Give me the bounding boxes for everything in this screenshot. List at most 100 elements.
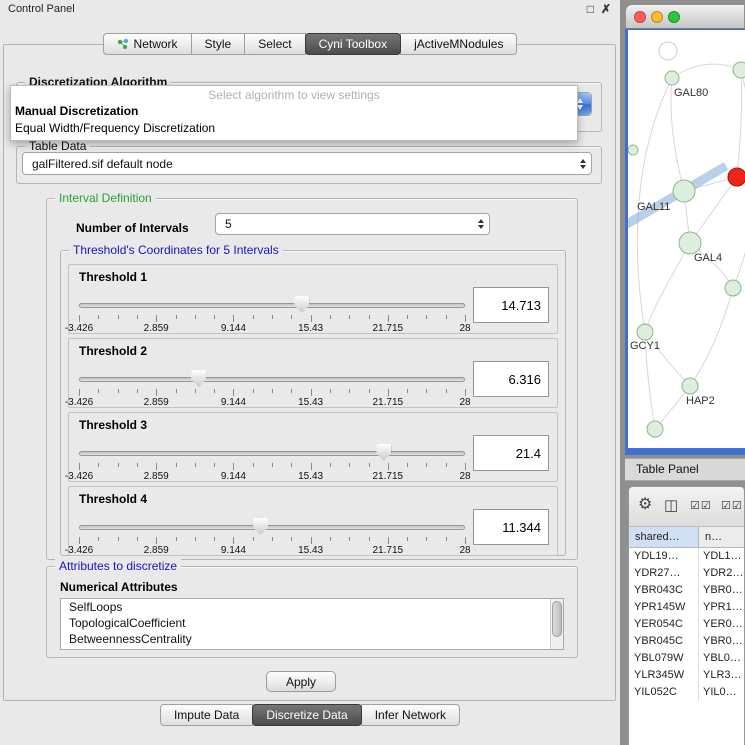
threshold-3-slider[interactable]: -3.4262.8599.14415.4321.71528 bbox=[79, 443, 465, 479]
tick-label: -3.426 bbox=[65, 397, 93, 408]
tick-label: 28 bbox=[459, 545, 470, 556]
numerical-attributes-list[interactable]: SelfLoopsTopologicalCoefficientBetweenne… bbox=[60, 598, 564, 650]
table-row[interactable]: YBL079WYBL0… bbox=[629, 650, 744, 667]
table-row[interactable]: YER054CYER0… bbox=[629, 616, 744, 633]
node[interactable] bbox=[733, 62, 745, 78]
interval-definition-label: Interval Definition bbox=[55, 191, 156, 205]
table-row[interactable]: YBR045CYBR0… bbox=[629, 633, 744, 650]
list-item-betweennesscentrality[interactable]: BetweennessCentrality bbox=[61, 631, 563, 647]
gear-icon[interactable]: ⚙ bbox=[638, 494, 652, 514]
tick-label: 21.715 bbox=[373, 545, 404, 556]
control-panel-titlebar[interactable]: Control Panel □ ✗ bbox=[0, 0, 620, 20]
tick-label: 15.43 bbox=[298, 323, 323, 334]
cell-name: YLR3… bbox=[699, 667, 745, 684]
tab-discretize-data[interactable]: Discretize Data bbox=[252, 704, 361, 726]
slider-thumb[interactable] bbox=[294, 296, 309, 313]
tick-label: 2.859 bbox=[144, 323, 169, 334]
float-window-icon[interactable]: □ bbox=[587, 2, 594, 16]
attributes-scrollbar[interactable] bbox=[550, 599, 563, 649]
table-row[interactable]: YLR345WYLR3… bbox=[629, 667, 744, 684]
node[interactable] bbox=[647, 421, 663, 437]
tab-cyni-toolbox[interactable]: Cyni Toolbox bbox=[305, 33, 401, 55]
tab-label: Discretize Data bbox=[266, 708, 347, 722]
dropdown-item-manual-discretization[interactable]: Manual Discretization bbox=[11, 103, 577, 120]
table-row[interactable]: YDR27…YDR2… bbox=[629, 565, 744, 582]
select-all-checkbox-icon[interactable]: ☑☑ bbox=[690, 499, 712, 512]
close-icon[interactable]: ✗ bbox=[601, 2, 611, 16]
node[interactable] bbox=[673, 180, 695, 202]
cell-name: YBR0… bbox=[699, 633, 745, 650]
cell-name: YBL0… bbox=[699, 650, 745, 667]
table-row[interactable]: YBR043CYBR0… bbox=[629, 582, 744, 599]
cell-name: YBR0… bbox=[699, 582, 745, 599]
combobox-arrows-icon[interactable] bbox=[580, 153, 586, 174]
slider-tick-labels: -3.4262.8599.14415.4321.71528 bbox=[79, 471, 465, 482]
table-row[interactable]: YPR145WYPR1… bbox=[629, 599, 744, 616]
table-row[interactable]: YDL19…YDL1… bbox=[629, 548, 744, 565]
network-nodes[interactable] bbox=[628, 62, 745, 437]
tab-network[interactable]: Network bbox=[103, 33, 192, 55]
slider-track[interactable] bbox=[79, 451, 465, 456]
list-item-topologicalcoefficient[interactable]: TopologicalCoefficient bbox=[61, 615, 563, 631]
combobox-arrows-icon[interactable] bbox=[478, 214, 484, 234]
select-columns-checkbox-icon[interactable]: ☑☑ bbox=[721, 499, 743, 512]
tab-select[interactable]: Select bbox=[244, 33, 305, 55]
node[interactable] bbox=[679, 232, 701, 254]
table-data-group-label: Table Data bbox=[25, 139, 90, 153]
apply-button[interactable]: Apply bbox=[266, 671, 336, 692]
slider-ticks bbox=[79, 389, 465, 396]
column-header-shared-name[interactable]: shared… bbox=[629, 527, 699, 548]
slider-track[interactable] bbox=[79, 525, 465, 530]
tab-label: Select bbox=[258, 37, 291, 51]
node[interactable] bbox=[725, 280, 741, 296]
table-data-combobox[interactable]: galFiltered.sif default node bbox=[22, 152, 592, 175]
node[interactable] bbox=[628, 145, 638, 155]
threshold-panel-1: Threshold 1-3.4262.8599.14415.4321.71528… bbox=[68, 264, 558, 334]
slider-thumb[interactable] bbox=[376, 444, 391, 461]
threshold-label: Threshold 1 bbox=[79, 270, 147, 284]
tick-label: 28 bbox=[459, 323, 470, 334]
slider-thumb[interactable] bbox=[253, 518, 268, 535]
table-row[interactable]: YIL052CYIL0… bbox=[629, 684, 744, 701]
slider-track[interactable] bbox=[79, 303, 465, 308]
columns-icon[interactable]: ◫ bbox=[664, 496, 678, 514]
threshold-panel-4: Threshold 4-3.4262.8599.14415.4321.71528… bbox=[68, 486, 558, 556]
column-header-name[interactable]: n… bbox=[699, 527, 745, 548]
traffic-light-minimize-icon[interactable] bbox=[651, 11, 663, 23]
slider-track[interactable] bbox=[79, 377, 465, 382]
threshold-4-slider[interactable]: -3.4262.8599.14415.4321.71528 bbox=[79, 517, 465, 553]
dropdown-item-equal-width-frequency[interactable]: Equal Width/Frequency Discretization bbox=[11, 120, 577, 137]
list-item-selfloops[interactable]: SelfLoops bbox=[61, 599, 563, 615]
threshold-value-field[interactable]: 11.344 bbox=[473, 509, 549, 545]
selected-node[interactable] bbox=[728, 168, 745, 186]
network-canvas[interactable]: GAL80GAL11GAL4GCY1HAP2 bbox=[628, 30, 745, 448]
tab-impute-data[interactable]: Impute Data bbox=[160, 704, 253, 726]
tab-infer-network[interactable]: Infer Network bbox=[361, 704, 460, 726]
scrollbar-thumb[interactable] bbox=[552, 601, 562, 637]
slider-thumb[interactable] bbox=[191, 370, 206, 387]
tab-label: jActiveMNodules bbox=[414, 37, 503, 51]
node[interactable] bbox=[637, 324, 653, 340]
network-view-frame: GAL80GAL11GAL4GCY1HAP2 bbox=[625, 29, 745, 455]
table-panel-header[interactable]: Table Panel bbox=[625, 458, 745, 481]
tab-label: Style bbox=[205, 37, 232, 51]
traffic-light-close-icon[interactable] bbox=[634, 11, 646, 23]
table-header-row: shared… n… bbox=[629, 527, 744, 548]
threshold-2-slider[interactable]: -3.4262.8599.14415.4321.71528 bbox=[79, 369, 465, 405]
network-window-titlebar[interactable] bbox=[625, 4, 745, 29]
threshold-value-field[interactable]: 21.4 bbox=[473, 435, 549, 471]
threshold-value-field[interactable]: 6.316 bbox=[473, 361, 549, 397]
tab-jactivemnodules[interactable]: jActiveMNodules bbox=[400, 33, 517, 55]
threshold-value-field[interactable]: 14.713 bbox=[473, 287, 549, 323]
node[interactable] bbox=[665, 71, 679, 85]
threshold-1-slider[interactable]: -3.4262.8599.14415.4321.71528 bbox=[79, 295, 465, 331]
traffic-light-zoom-icon[interactable] bbox=[668, 11, 680, 23]
node[interactable] bbox=[659, 42, 677, 60]
slider-ticks bbox=[79, 315, 465, 322]
number-of-intervals-combobox[interactable]: 5 bbox=[215, 213, 490, 235]
tick-label: 9.144 bbox=[221, 545, 246, 556]
tick-label: 9.144 bbox=[221, 323, 246, 334]
node[interactable] bbox=[682, 378, 698, 394]
tab-style[interactable]: Style bbox=[191, 33, 246, 55]
tab-label: Network bbox=[134, 37, 178, 51]
